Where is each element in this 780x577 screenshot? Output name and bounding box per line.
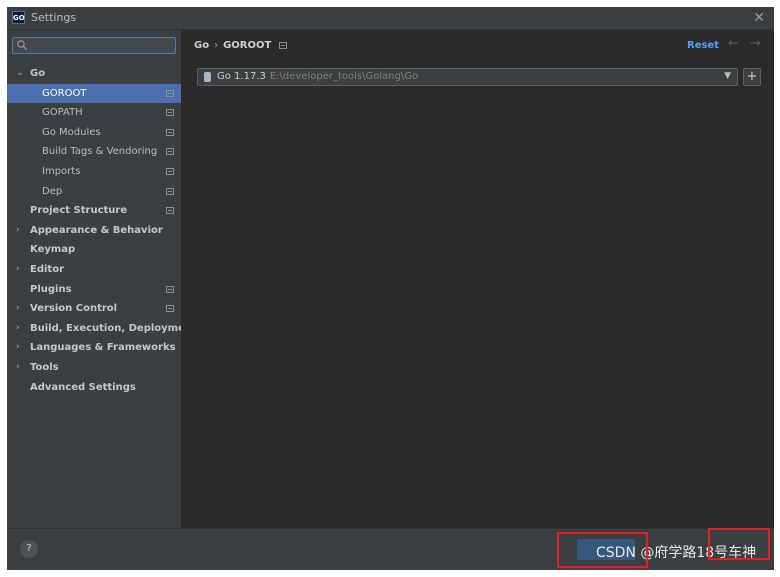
sidebar-item-editor[interactable]: › Editor bbox=[7, 260, 181, 280]
breadcrumb-current: GOROOT bbox=[223, 40, 272, 51]
title-bar: GO Settings ✕ bbox=[7, 7, 774, 30]
project-level-icon bbox=[166, 167, 174, 175]
dialog-footer: ? CSDN @府学路18号车神 bbox=[7, 528, 774, 570]
window-title: Settings bbox=[31, 11, 77, 24]
forward-arrow-icon[interactable]: → bbox=[750, 36, 761, 51]
sidebar-item-build-tags[interactable]: Build Tags & Vendoring bbox=[7, 142, 181, 162]
settings-window: GO Settings ✕ ⌄ Go GOROOT GOPATH Go Modu… bbox=[7, 7, 774, 570]
goroot-sdk-select[interactable]: Go 1.17.3 E:\developer_tools\Golang\Go ▼ bbox=[197, 68, 738, 86]
sidebar-item-label: Languages & Frameworks bbox=[30, 342, 176, 354]
sidebar-item-label: Go bbox=[30, 68, 46, 79]
sdk-folder-icon bbox=[204, 72, 211, 82]
sidebar-item-label: Dep bbox=[42, 185, 63, 197]
reset-link[interactable]: Reset bbox=[687, 40, 719, 51]
back-arrow-icon[interactable]: ← bbox=[728, 36, 739, 51]
sidebar-item-label: Advanced Settings bbox=[30, 381, 136, 393]
sidebar-item-label: GOPATH bbox=[42, 107, 83, 119]
sidebar-item-tools[interactable]: › Tools bbox=[7, 358, 181, 378]
settings-content: Go › GOROOT Reset ← → Go 1.17.3 E:\develope… bbox=[181, 30, 774, 528]
sidebar-item-label: Imports bbox=[42, 165, 81, 177]
chevron-right-icon: › bbox=[16, 342, 20, 353]
project-level-icon bbox=[166, 89, 174, 97]
sdk-value: Go 1.17.3 E:\developer_tools\Golang\Go bbox=[217, 71, 418, 82]
sidebar-item-goroot[interactable]: GOROOT bbox=[7, 83, 181, 104]
sidebar-item-label: GOROOT bbox=[42, 87, 87, 99]
project-level-icon bbox=[166, 305, 174, 313]
project-level-icon bbox=[166, 285, 174, 293]
chevron-right-icon: › bbox=[16, 322, 20, 333]
settings-tree: ⌄ Go GOROOT GOPATH Go Modules Build Tags… bbox=[7, 64, 197, 398]
sidebar-item-label: Plugins bbox=[30, 283, 72, 295]
project-level-icon bbox=[166, 109, 174, 117]
breadcrumb: Go › GOROOT bbox=[194, 40, 288, 51]
sidebar-item-appearance-behavior[interactable]: › Appearance & Behavior bbox=[7, 221, 181, 241]
annotation-highlight-box bbox=[708, 528, 770, 560]
sidebar-item-label: Appearance & Behavior bbox=[30, 224, 163, 236]
sidebar-item-label: Editor bbox=[30, 263, 64, 275]
help-button[interactable]: ? bbox=[20, 540, 38, 558]
sidebar-item-imports[interactable]: Imports bbox=[7, 162, 181, 182]
sidebar-item-version-control[interactable]: › Version Control bbox=[7, 299, 181, 319]
sidebar-item-label: Tools bbox=[30, 361, 59, 373]
breadcrumb-parent[interactable]: Go bbox=[194, 40, 209, 51]
chevron-right-icon: › bbox=[16, 224, 20, 235]
sidebar-item-keymap[interactable]: Keymap bbox=[7, 240, 181, 260]
project-level-icon bbox=[166, 128, 174, 136]
chevron-down-icon: ⌄ bbox=[16, 68, 24, 78]
close-icon[interactable]: ✕ bbox=[753, 9, 765, 27]
annotation-highlight-box bbox=[557, 532, 648, 568]
sidebar-item-label: Go Modules bbox=[42, 126, 101, 138]
chevron-down-icon: ▼ bbox=[724, 71, 731, 81]
sidebar-item-label: Version Control bbox=[30, 303, 118, 315]
breadcrumb-separator: › bbox=[214, 40, 219, 51]
project-level-icon bbox=[166, 187, 174, 195]
project-level-icon bbox=[166, 207, 174, 215]
settings-sidebar: ⌄ Go GOROOT GOPATH Go Modules Build Tags… bbox=[7, 30, 197, 528]
sidebar-item-dep[interactable]: Dep bbox=[7, 182, 181, 202]
sidebar-item-go[interactable]: ⌄ Go bbox=[7, 64, 181, 84]
sidebar-item-label: Keymap bbox=[30, 244, 76, 256]
search-icon bbox=[17, 40, 27, 50]
chevron-right-icon: › bbox=[16, 361, 20, 372]
sidebar-item-plugins[interactable]: Plugins bbox=[7, 280, 181, 300]
goland-logo-icon: GO bbox=[12, 11, 25, 24]
sidebar-item-label: Build Tags & Vendoring bbox=[42, 146, 158, 158]
settings-search[interactable] bbox=[12, 37, 176, 54]
sdk-path: E:\developer_tools\Golang\Go bbox=[269, 71, 419, 82]
sidebar-item-go-modules[interactable]: Go Modules bbox=[7, 123, 181, 143]
chevron-right-icon: › bbox=[16, 303, 20, 314]
sidebar-item-label: Build, Execution, Deployment bbox=[30, 322, 197, 334]
project-level-icon bbox=[279, 42, 288, 49]
sidebar-item-languages-frameworks[interactable]: › Languages & Frameworks bbox=[7, 338, 181, 358]
sidebar-item-label: Project Structure bbox=[30, 205, 128, 217]
sidebar-item-advanced-settings[interactable]: Advanced Settings bbox=[7, 378, 181, 398]
search-input[interactable] bbox=[29, 38, 169, 53]
chevron-right-icon: › bbox=[16, 263, 20, 274]
sidebar-item-build-execution-deployment[interactable]: › Build, Execution, Deployment bbox=[7, 319, 197, 339]
sdk-version: Go 1.17.3 bbox=[217, 71, 266, 82]
add-sdk-button[interactable]: + bbox=[743, 68, 761, 86]
project-level-icon bbox=[166, 148, 174, 156]
sidebar-item-gopath[interactable]: GOPATH bbox=[7, 103, 181, 123]
sidebar-item-project-structure[interactable]: Project Structure bbox=[7, 201, 181, 221]
